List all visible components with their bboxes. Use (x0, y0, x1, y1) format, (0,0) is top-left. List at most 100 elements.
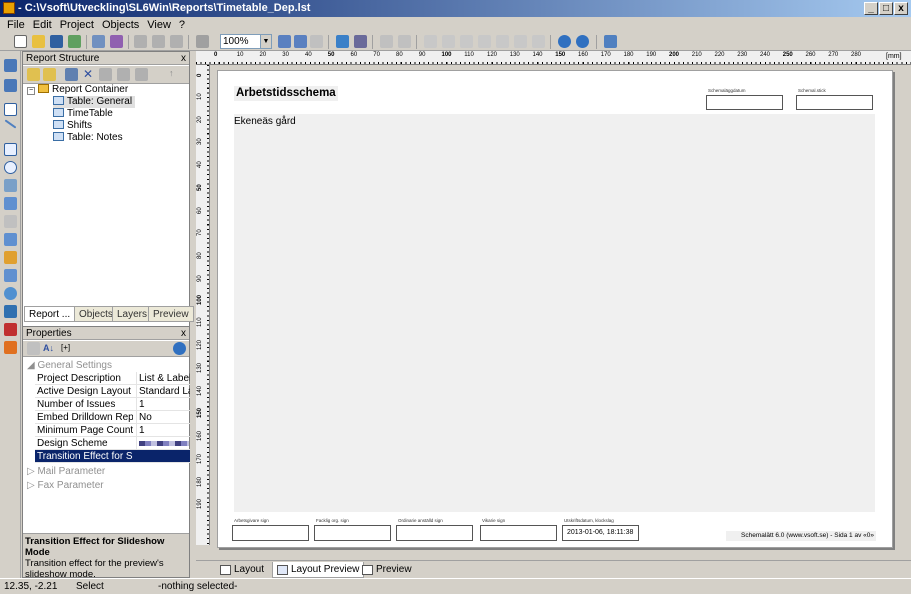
menu-objects[interactable]: Objects (98, 19, 143, 31)
prop-row[interactable]: Project DescriptionList & Label... (35, 372, 190, 385)
properties-icon[interactable] (65, 68, 78, 81)
tree-item-timetable[interactable]: TimeTable (53, 108, 113, 120)
zoom-out-icon[interactable] (294, 35, 307, 48)
minimize-button[interactable]: _ (864, 2, 878, 15)
save-as-icon[interactable] (68, 35, 81, 48)
zoom-tool-icon[interactable] (4, 79, 17, 92)
whats-this-icon[interactable] (576, 35, 589, 48)
select-tool-icon[interactable] (4, 59, 17, 72)
print-date-box[interactable]: 2013-01-06, 18:11:38 (562, 525, 639, 541)
chevron-down-icon[interactable]: ▼ (260, 35, 271, 48)
tab-preview[interactable]: Preview (148, 306, 194, 322)
menu-project[interactable]: Project (56, 19, 98, 31)
rectangle-tool-icon[interactable] (4, 143, 17, 156)
footer-signature-box[interactable] (232, 525, 309, 541)
cut-icon[interactable] (134, 35, 147, 48)
close-button[interactable]: x (894, 2, 908, 15)
expand-all-button[interactable]: [+] (61, 343, 70, 352)
cut-icon[interactable] (99, 68, 112, 81)
tree-item-table-notes[interactable]: Table: Notes (53, 132, 123, 144)
menu-view[interactable]: View (143, 19, 175, 31)
align-right-icon[interactable] (398, 35, 411, 48)
info-icon[interactable] (173, 342, 186, 355)
move-up-icon[interactable]: ↑ (169, 68, 174, 78)
prop-row[interactable]: Active Design LayoutStandard La... (35, 385, 190, 398)
open-folder-icon[interactable] (32, 35, 45, 48)
crosstab-tool-icon[interactable] (4, 269, 17, 282)
tab-report-structure[interactable]: Report ... (24, 306, 76, 322)
report-page[interactable]: Arbetstidsschema Schemaläggdatum Schemal… (217, 70, 893, 548)
copy-icon[interactable] (152, 35, 165, 48)
database-tool-icon[interactable] (4, 305, 17, 318)
same-width-icon[interactable] (478, 35, 491, 48)
tree-item-table-general[interactable]: Table: General (53, 96, 136, 108)
image-tool-icon[interactable] (4, 179, 17, 192)
schemal-stick-box[interactable] (796, 95, 873, 110)
refresh-icon[interactable] (336, 35, 349, 48)
text-tool-icon[interactable] (4, 103, 17, 116)
distribute-v-icon[interactable] (532, 35, 545, 48)
print-preview-icon[interactable] (110, 35, 123, 48)
new-icon[interactable] (14, 35, 27, 48)
close-icon[interactable]: x (181, 327, 186, 340)
zoom-in-icon[interactable] (278, 35, 291, 48)
filter-icon[interactable] (604, 35, 617, 48)
add-container-icon[interactable] (27, 68, 40, 81)
maximize-button[interactable]: □ (879, 2, 893, 15)
distribute-h-icon[interactable] (514, 35, 527, 48)
line-tool-icon[interactable] (4, 119, 17, 129)
report-body-area[interactable]: Ekeneäs gård (234, 114, 875, 512)
category-general-settings[interactable]: ◢ General Settings (27, 359, 112, 372)
ellipse-tool-icon[interactable] (4, 161, 17, 174)
report-heading[interactable]: Arbetstidsschema (234, 86, 338, 101)
gauge-tool-icon[interactable] (4, 287, 17, 300)
tree-item-shifts[interactable]: Shifts (53, 120, 92, 132)
design-canvas[interactable]: Arbetstidsschema Schemaläggdatum Schemal… (211, 65, 911, 548)
zoom-1to1-icon[interactable] (310, 35, 323, 48)
menu-help[interactable]: ? (175, 19, 189, 31)
print-icon[interactable] (92, 35, 105, 48)
category-mail-parameter[interactable]: ▷ Mail Parameter (27, 465, 105, 478)
app-icon[interactable] (3, 2, 15, 14)
sort-alpha-icon[interactable]: A↓ (43, 343, 54, 353)
prop-row[interactable]: Number of Issues 1 (35, 398, 190, 411)
form-tool-icon[interactable] (4, 233, 17, 246)
footer-signature-box[interactable] (396, 525, 473, 541)
collapse-icon[interactable]: − (27, 87, 35, 95)
paste-icon[interactable] (170, 35, 183, 48)
footer-signature-box[interactable] (480, 525, 557, 541)
footer-signature-box[interactable] (314, 525, 391, 541)
delete-icon[interactable]: ✕ (83, 67, 93, 81)
copy-icon[interactable] (117, 68, 130, 81)
tab-layers[interactable]: Layers (112, 306, 153, 322)
tab-preview[interactable]: Preview (358, 562, 412, 578)
same-height-icon[interactable] (496, 35, 509, 48)
tab-layout-preview[interactable]: Layout Preview (272, 562, 365, 578)
menu-file[interactable]: File (3, 19, 29, 31)
barcode-tool-icon[interactable] (4, 197, 17, 210)
align-center-icon[interactable] (460, 35, 473, 48)
menu-edit[interactable]: Edit (29, 19, 56, 31)
chart-tool-icon[interactable] (4, 251, 17, 264)
prop-row[interactable]: Design Scheme (35, 437, 190, 450)
category-fax-parameter[interactable]: ▷ Fax Parameter (27, 479, 104, 492)
add-sub-icon[interactable] (43, 68, 56, 81)
pdf-tool-icon[interactable] (4, 323, 17, 336)
prop-row[interactable]: Minimum Page Count 1 (35, 424, 190, 437)
prop-row-selected[interactable]: Transition Effect for Slid... (35, 450, 190, 463)
layout-icon[interactable] (354, 35, 367, 48)
tree-item-report-container[interactable]: − Report Container (27, 84, 128, 96)
html-tool-icon[interactable] (4, 341, 17, 354)
align-bottom-icon[interactable] (442, 35, 455, 48)
help-icon[interactable] (558, 35, 571, 48)
paste-icon[interactable] (135, 68, 148, 81)
footer-text[interactable]: Schemalätt 6.0 (www.vsoft.se) - Sida 1 a… (726, 531, 876, 541)
close-icon[interactable]: x (181, 52, 186, 65)
align-top-icon[interactable] (424, 35, 437, 48)
zoom-select[interactable]: 100% ▼ (220, 34, 272, 49)
categorized-icon[interactable] (27, 342, 40, 355)
save-icon[interactable] (50, 35, 63, 48)
prop-row[interactable]: Embed Drilldown ReportsNo (35, 411, 190, 424)
schemalagg-date-box[interactable] (706, 95, 783, 110)
report-subheading[interactable]: Ekeneäs gård (234, 116, 296, 127)
